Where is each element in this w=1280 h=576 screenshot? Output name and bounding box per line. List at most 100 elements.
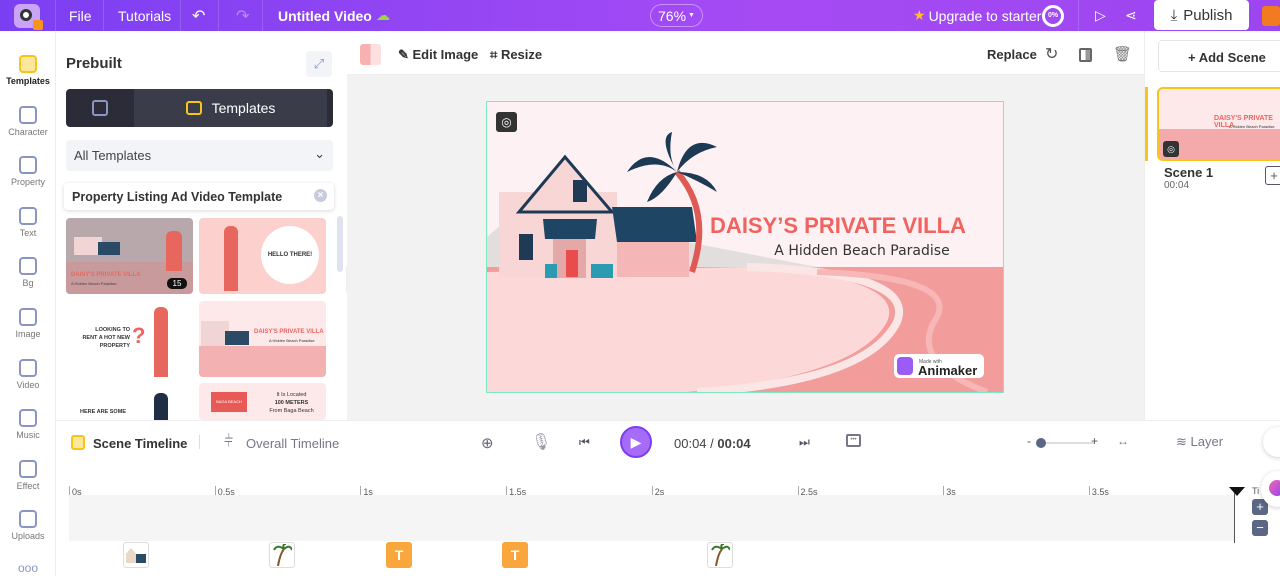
layers-icon [19,257,37,276]
template-thumb-5[interactable]: HERE ARE SOME [66,383,193,420]
video-icon [19,358,37,377]
fit-icon[interactable]: ↔ [1117,434,1129,448]
watermark-animaker: Animaker [918,363,977,378]
add-scene-after-button[interactable]: + [1265,166,1280,185]
sidebar-item-effect[interactable]: Effect [0,459,56,491]
video-title[interactable]: Untitled Video [278,0,372,31]
subtitle-icon[interactable]: ••• [846,434,861,447]
replace-button[interactable]: Replace [987,47,1037,62]
sidebar-item-uploads[interactable]: Uploads [0,510,56,541]
template-thumb-2[interactable]: HELLO THERE! [199,218,326,294]
cup-icon [19,156,37,175]
layer-label: Layer [1190,434,1224,449]
animaker-logo[interactable] [14,0,43,31]
remove-track-button[interactable]: − [1252,520,1268,536]
overall-timeline-icon: ⫩ [224,433,234,450]
zoom-dropdown[interactable]: 76% ▼ [650,4,703,27]
star-icon: ★ [913,7,926,23]
file-menu[interactable]: File [69,0,92,31]
tab-templates[interactable]: Templates [134,89,327,127]
template-thumb-6[interactable]: BAGA BEACH It Is Located 100 METERS From B… [199,383,326,420]
sidebar-item-property[interactable]: Property [0,156,56,187]
tutorials-menu[interactable]: Tutorials [118,0,171,31]
scene-duration: 00:04 [1164,180,1190,191]
preview-play-icon[interactable]: ▷ [1095,0,1106,31]
microphone-icon[interactable]: 🎙 [531,432,551,452]
template-thumb-1[interactable]: DAISY'S PRIVATE VILLA A Hidden Beach Par… [66,218,193,294]
scene-timeline-icon [71,435,85,450]
add-scene-button[interactable]: + Add Scene [1158,40,1280,72]
timeline-track[interactable] [69,495,1234,541]
tab-grid[interactable] [66,89,134,127]
camera-focus-icon[interactable]: ⊕ [481,434,494,452]
edit-image-button[interactable]: ✎ Edit Image [398,47,478,63]
overall-timeline-tab[interactable]: Overall Timeline [246,436,339,451]
current-time: 00:04 [674,436,707,451]
timeline-text-item[interactable]: T [502,542,528,568]
effect-icon [19,459,37,478]
upgrade-label: Upgrade to starter [928,7,1042,24]
sidebar-item-character[interactable]: Character [0,105,56,137]
download-icon: ⤓ [1170,6,1178,24]
upgrade-button[interactable]: ★ Upgrade to starter [913,0,1041,31]
scene-canvas[interactable]: DAISY’S PRIVATE VILLA A Hidden Beach Par… [486,101,1004,393]
play-button[interactable]: ▶ [620,426,652,458]
sidebar-item-templates[interactable]: Templates [0,55,56,86]
flip-icon[interactable] [1079,48,1092,62]
previous-icon[interactable]: ⏮ [579,435,590,450]
zoom-in-icon[interactable]: + [1091,434,1098,448]
scene-name[interactable]: Scene 1 [1164,165,1213,180]
more-icon[interactable]: ooo [0,561,56,575]
screenshot-icon[interactable]: ◎ [1163,141,1179,157]
share-icon[interactable]: ⋖ [1125,0,1137,31]
scene-thumb-1[interactable]: DAISY'S PRIVATE VILLA A Hidden Beach Par… [1157,87,1280,161]
slider-handle[interactable] [1036,438,1046,448]
color-swatch[interactable] [360,44,381,65]
publish-button[interactable]: ⤓ Publish [1154,0,1249,30]
panel-tabs: Templates [66,89,333,127]
sidebar-item-image[interactable]: Image [0,308,56,339]
progress-ring: 0% [1042,0,1064,31]
redo-icon[interactable]: ↷ [236,0,249,31]
canvas-title[interactable]: DAISY’S PRIVATE VILLA [710,213,966,238]
device-preview-button[interactable] [1263,427,1280,457]
trash-icon[interactable]: 🗑 [1113,45,1132,63]
canvas-subtitle[interactable]: A Hidden Beach Paradise [774,243,949,259]
timeline-palm-item[interactable] [707,542,733,568]
cloud-saved-icon: ☁ [376,7,390,23]
playhead-line [1234,493,1235,543]
palm-tree-icon [273,544,292,566]
sidebar-item-music[interactable]: Music [0,409,56,440]
expand-icon[interactable]: ⤢ [306,51,332,77]
timeline-text-item[interactable]: T [386,542,412,568]
zoom-out-icon[interactable]: - [1027,434,1031,448]
undo-icon[interactable]: ↶ [192,0,205,31]
playhead[interactable] [1229,487,1245,496]
clear-search-icon[interactable]: × [314,189,327,202]
image-icon [19,308,37,326]
scene-timeline-tab[interactable]: Scene Timeline [93,436,187,451]
timeline-palm-item[interactable] [269,542,295,568]
template-category-dropdown[interactable]: All Templates ⌄ [66,140,333,171]
timeline: Scene Timeline ⫩ Overall Timeline ⊕ 🎙 ⏮ … [56,420,1280,576]
sidebar-item-text[interactable]: Text [0,206,56,238]
edit-toolbar: ✎ Edit Image ⌗ Resize Replace ↻ 🗑 [347,31,1144,75]
sidebar-item-bg[interactable]: Bg [0,257,56,288]
chevron-down-icon: ⌄ [314,146,325,161]
tab-label: Templates [211,100,276,116]
progress-value: 0% [1042,4,1064,27]
animaker-logo-icon [897,357,913,375]
next-icon[interactable]: ⏭ [799,435,810,450]
template-thumb-3[interactable]: LOOKING TO RENT A HOT NEW PROPERTY ? [66,301,193,377]
timeline-house-item[interactable] [123,542,149,568]
resize-button[interactable]: ⌗ Resize [490,47,542,63]
screenshot-icon[interactable]: ◎ [496,112,517,132]
template-thumb-4[interactable]: DAISY'S PRIVATE VILLA A Hidden Beach Par… [199,301,326,377]
template-search-input[interactable]: Property Listing Ad Video Template × [64,183,334,210]
layer-button[interactable]: ≋ Layer [1176,434,1223,450]
sidebar-item-video[interactable]: Video [0,358,56,390]
thumb-text: LOOKING TO RENT A HOT NEW PROPERTY [82,327,130,349]
panel-scrollbar[interactable] [337,216,343,272]
avatar[interactable] [1262,0,1280,31]
rotate-icon[interactable]: ↻ [1045,44,1058,64]
